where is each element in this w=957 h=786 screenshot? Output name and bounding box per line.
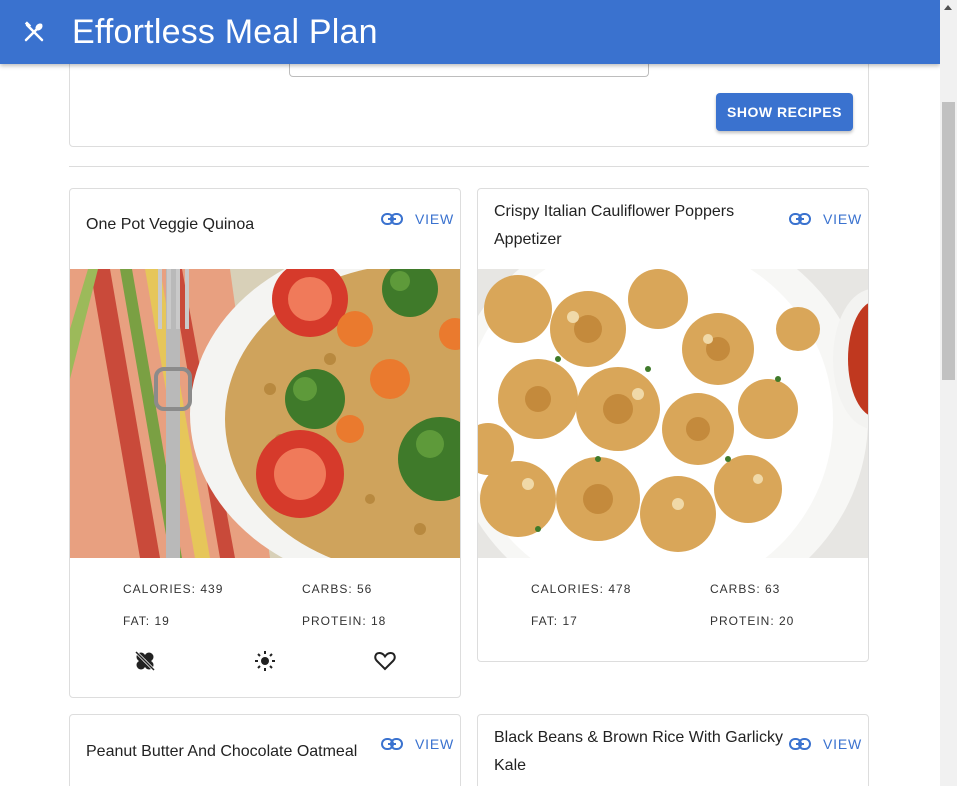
recipe-title: One Pot Veggie Quinoa (86, 216, 255, 233)
view-recipe-link[interactable]: VIEW (789, 732, 862, 756)
clover-off-icon[interactable] (133, 649, 157, 673)
heart-outline-icon[interactable] (373, 649, 397, 673)
link-icon (381, 738, 403, 750)
view-label: VIEW (823, 736, 862, 752)
show-recipes-button[interactable]: SHOW RECIPES (716, 93, 853, 131)
recipe-card: Crispy Italian Cauliflower Poppers Appet… (477, 188, 869, 662)
app-bar: Effortless Meal Plan (0, 0, 940, 64)
protein-value: PROTEIN: 20 (710, 614, 795, 628)
fat-value: FAT: 17 (531, 614, 578, 628)
recipe-card: Black Beans & Brown Rice With Garlicky K… (477, 714, 869, 786)
carbs-value: CARBS: 63 (710, 582, 781, 596)
recipe-title: Black Beans & Brown Rice With Garlicky K… (494, 729, 783, 774)
page-viewport: SHOW RECIPES One Pot Veggie Quinoa VIEW (0, 0, 940, 786)
link-icon (789, 738, 811, 750)
link-icon (381, 213, 403, 225)
protein-value: PROTEIN: 18 (302, 614, 387, 628)
view-label: VIEW (415, 736, 454, 752)
scrollbar-thumb[interactable] (942, 102, 955, 380)
calories-value: CALORIES: 478 (531, 582, 632, 596)
utensils-crossed-icon[interactable] (22, 20, 46, 44)
view-recipe-link[interactable]: VIEW (381, 732, 454, 756)
vertical-scrollbar[interactable] (940, 0, 957, 786)
recipe-card: Peanut Butter And Chocolate Oatmeal VIEW (69, 714, 461, 786)
view-recipe-link[interactable]: VIEW (789, 207, 862, 231)
recipe-title: Crispy Italian Cauliflower Poppers Appet… (494, 203, 735, 248)
recipe-card: One Pot Veggie Quinoa VIEW CALORIES: 439… (69, 188, 461, 698)
link-icon (789, 213, 811, 225)
view-label: VIEW (823, 211, 862, 227)
calories-value: CALORIES: 439 (123, 582, 224, 596)
fat-value: FAT: 19 (123, 614, 170, 628)
scroll-up-arrow-icon[interactable] (944, 5, 952, 10)
sun-icon[interactable] (253, 649, 277, 673)
view-label: VIEW (415, 211, 454, 227)
divider (69, 166, 869, 167)
carbs-value: CARBS: 56 (302, 582, 373, 596)
recipe-image (70, 269, 460, 558)
recipe-image (478, 269, 868, 558)
view-recipe-link[interactable]: VIEW (381, 207, 454, 231)
app-title: Effortless Meal Plan (72, 12, 378, 51)
recipe-title: Peanut Butter And Chocolate Oatmeal (86, 743, 358, 760)
